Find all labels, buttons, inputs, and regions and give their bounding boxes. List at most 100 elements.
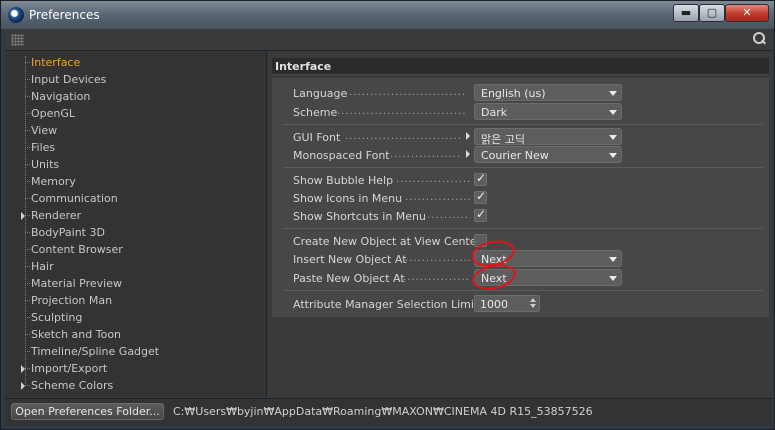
leader-dots: ........................................ (423, 210, 470, 221)
sidebar-item-hair[interactable]: Hair (25, 258, 263, 275)
expand-arrow-icon[interactable] (21, 365, 25, 373)
preferences-path: C:₩Users₩byjin₩AppData₩Roaming₩MAXON₩CIN… (173, 405, 593, 418)
icons-menu-row: Show Icons in Menu .....................… (293, 189, 763, 207)
mono-font-row: Monospaced Font ........................… (293, 146, 763, 164)
sidebar-item-label: Memory (31, 175, 76, 188)
leader-dots: ........................................ (345, 87, 467, 98)
mono-font-label: Monospaced Font (293, 149, 390, 162)
icons-menu-checkbox[interactable]: ✓ (474, 189, 487, 204)
expand-arrow-icon[interactable] (21, 382, 25, 390)
scheme-label: Scheme (293, 106, 338, 119)
insert-new-row: Insert New Object At ...................… (293, 250, 763, 268)
sidebar-item-import-export[interactable]: Import/Export (21, 360, 263, 377)
grip-icon[interactable] (11, 34, 24, 46)
bubble-help-checkbox[interactable]: ✓ (474, 171, 487, 186)
sidebar-item-content-browser[interactable]: Content Browser (25, 241, 263, 258)
minimize-button[interactable]: ▬ (673, 4, 699, 22)
sidebar-item-view[interactable]: View (25, 122, 263, 139)
sidebar-item-projection-man[interactable]: Projection Man (25, 292, 263, 309)
expand-arrow-icon[interactable] (466, 150, 470, 158)
expand-arrow-icon[interactable] (21, 212, 25, 220)
sidebar-item-label: Hair (31, 260, 54, 273)
gui-font-row: GUI Font ...............................… (293, 128, 763, 146)
sidebar-item-label: Projection Man (31, 294, 113, 307)
maximize-button[interactable]: ▢ (699, 4, 725, 22)
sidebar-item-units[interactable]: Units (25, 156, 263, 173)
title-bar[interactable]: Preferences ▬ ▢ ✕ (1, 1, 774, 29)
sidebar-item-label: Interface (31, 56, 81, 69)
separator (283, 290, 763, 291)
sidebar-item-label: Input Devices (31, 73, 107, 86)
spinner-icon[interactable] (530, 298, 536, 309)
sidebar-item-timeline-spline-gadget[interactable]: Timeline/Spline Gadget (25, 343, 263, 360)
sidebar-item-renderer[interactable]: Renderer (21, 207, 263, 224)
panel-body: Language ...............................… (272, 78, 769, 317)
sidebar-item-label: Scheme Colors (31, 379, 114, 392)
search-icon[interactable] (752, 32, 766, 46)
attr-limit-label: Attribute Manager Selection Limit (293, 298, 479, 311)
sidebar-item-scheme-colors[interactable]: Scheme Colors (21, 377, 263, 394)
check-icon: ✓ (476, 207, 487, 221)
sidebar-item-bodypaint-3d[interactable]: BodyPaint 3D (25, 224, 263, 241)
language-label: Language (293, 87, 348, 100)
leader-dots: ........................................ (396, 174, 470, 185)
interface-panel: Interface Language .....................… (269, 52, 772, 397)
shortcuts-menu-row: Show Shortcuts in Menu .................… (293, 207, 763, 225)
sidebar-item-label: Navigation (31, 90, 91, 103)
check-icon: ✓ (476, 171, 487, 185)
sidebar-item-communication[interactable]: Communication (25, 190, 263, 207)
close-button[interactable]: ✕ (725, 4, 769, 22)
sidebar-item-label: BodyPaint 3D (31, 226, 105, 239)
preferences-tree: Interface Input Devices Navigation OpenGL Vi… (5, 52, 267, 397)
open-preferences-folder-button[interactable]: Open Preferences Folder... (11, 403, 164, 420)
icons-menu-label: Show Icons in Menu (293, 192, 403, 205)
mono-font-value: Courier New (481, 149, 549, 162)
sidebar-item-label: OpenGL (31, 107, 76, 120)
sidebar-item-files[interactable]: Files (25, 139, 263, 156)
bottom-bar: Open Preferences Folder... C:₩Users₩byji… (5, 398, 772, 426)
leader-dots: ........................................ (403, 272, 470, 283)
sidebar-item-input-devices[interactable]: Input Devices (25, 71, 263, 88)
gui-font-value: 맑은 고딕 (481, 133, 525, 146)
mono-font-dropdown[interactable]: Courier New (474, 146, 622, 163)
language-value: English (us) (481, 87, 546, 100)
language-row: Language ...............................… (293, 84, 763, 102)
leader-dots: ........................................ (345, 131, 461, 142)
sidebar-item-label: Timeline/Spline Gadget (31, 345, 160, 358)
chevron-down-icon (609, 91, 617, 96)
sidebar-item-label: Units (31, 158, 60, 171)
attr-limit-input[interactable]: 1000 (474, 295, 540, 312)
sidebar-item-sketch-and-toon[interactable]: Sketch and Toon (25, 326, 263, 343)
sidebar-item-navigation[interactable]: Navigation (25, 88, 263, 105)
scheme-dropdown[interactable]: Dark (474, 103, 622, 120)
sidebar-item-label: Files (31, 141, 56, 154)
sidebar-item-interface[interactable]: Interface (25, 54, 263, 71)
gui-font-dropdown[interactable]: 맑은 고딕 (474, 128, 622, 146)
chevron-down-icon (609, 135, 617, 140)
shortcuts-menu-label: Show Shortcuts in Menu (293, 210, 426, 223)
leader-dots: ........................................ (405, 253, 470, 264)
shortcuts-menu-checkbox[interactable]: ✓ (474, 207, 487, 222)
panel-title: Interface (275, 60, 332, 73)
paste-new-row: Paste New Object At ....................… (293, 269, 763, 287)
sidebar-item-label: Material Preview (31, 277, 123, 290)
language-dropdown[interactable]: English (us) (474, 84, 622, 101)
separator (283, 228, 763, 229)
bubble-help-row: Show Bubble Help .......................… (293, 171, 763, 189)
leader-dots: ........................................ (337, 106, 467, 117)
sidebar-item-label: Content Browser (31, 243, 123, 256)
attr-limit-row: Attribute Manager Selection Limit 1000 (293, 295, 763, 313)
check-icon: ✓ (476, 189, 487, 203)
create-new-row: Create New Object at View Center (293, 232, 763, 250)
sidebar-item-opengl[interactable]: OpenGL (25, 105, 263, 122)
scheme-value: Dark (481, 106, 508, 119)
sidebar-item-sculpting[interactable]: Sculpting (25, 309, 263, 326)
sidebar-item-material-preview[interactable]: Material Preview (25, 275, 263, 292)
sidebar-item-label: Import/Export (31, 362, 108, 375)
attr-limit-value: 1000 (480, 298, 508, 311)
expand-arrow-icon[interactable] (466, 132, 470, 140)
chevron-down-icon (609, 276, 617, 281)
create-new-label: Create New Object at View Center (293, 235, 482, 248)
sidebar-item-memory[interactable]: Memory (25, 173, 263, 190)
paste-new-label: Paste New Object At (293, 272, 405, 285)
